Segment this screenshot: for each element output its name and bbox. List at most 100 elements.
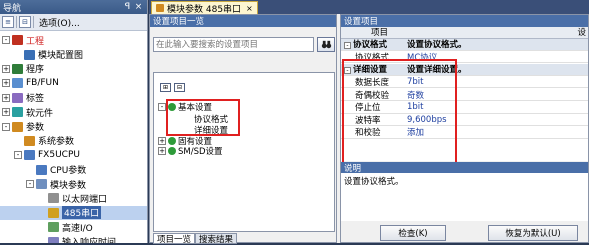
nav-tree-item[interactable]: CPU参数 — [0, 163, 147, 177]
collapse-icon[interactable]: - — [2, 36, 10, 45]
nav-tree-item[interactable]: + 程序 — [0, 62, 147, 76]
setting-value: 设置协议格式。 — [407, 40, 467, 51]
list-view-icon[interactable]: ≡ — [2, 16, 14, 28]
parameter-editor: 设置项目一览 ⊞ ⊟ - — [149, 14, 589, 245]
close-tab-icon[interactable]: × — [246, 4, 253, 13]
nav-tree-item[interactable]: - 模块参数 — [0, 177, 147, 191]
tab-module-parameter-485[interactable]: 模块参数 485串口 × — [151, 1, 258, 15]
collapse-icon[interactable]: - — [158, 103, 166, 111]
nav-tree-label: 高速I/O — [62, 223, 93, 234]
restore-default-button[interactable]: 恢复为默认(U) — [488, 225, 578, 241]
grid-group-row[interactable]: - 协议格式 设置协议格式。 — [341, 39, 588, 51]
nav-tree-item[interactable]: 模块配置图 — [0, 47, 147, 61]
system-param-icon — [24, 135, 35, 146]
nav-tree-label: 以太网端口 — [62, 194, 108, 205]
navigation-pane: 导航 ꟼ × ≡ ⊟ 选项(O)... - 工程模块配置图 + 程序 + FB/FUN + 标… — [0, 0, 148, 243]
collapse-all-icon[interactable]: ⊟ — [174, 83, 185, 92]
tree-item-label: SM/SD设置 — [178, 147, 223, 157]
ethernet-icon — [48, 193, 59, 204]
nav-tree-label: 参数 — [26, 123, 45, 134]
tab-label: 模块参数 485串口 — [167, 4, 242, 15]
nav-tree-label: FX5UCPU — [38, 150, 80, 161]
project-icon — [12, 35, 23, 46]
fb-fun-icon — [12, 78, 23, 89]
nav-tree-item[interactable]: + FB/FUN — [0, 76, 147, 90]
nav-tree-label: 系统参数 — [38, 137, 75, 148]
module-config-icon — [24, 49, 35, 60]
expand-icon[interactable]: + — [158, 137, 166, 145]
pin-icon[interactable]: ꟼ — [122, 2, 133, 12]
serial-485-icon — [48, 207, 59, 218]
check-button[interactable]: 检查(K) — [380, 225, 446, 241]
nav-tree-item[interactable]: 以太网端口 — [0, 191, 147, 205]
setting-search-input[interactable] — [153, 37, 314, 52]
expand-icon[interactable]: + — [2, 93, 10, 102]
expand-icon[interactable]: + — [158, 147, 166, 155]
nav-tree-label: 程序 — [26, 65, 45, 76]
nav-tree-item[interactable]: 输入响应时间 — [0, 234, 147, 243]
check-icon — [168, 137, 176, 145]
close-navigation-icon[interactable]: × — [133, 2, 144, 12]
description-title: 说明 — [341, 162, 588, 174]
expand-icon[interactable]: + — [2, 64, 10, 73]
label-icon — [12, 92, 23, 103]
setting-item-label: 协议格式 — [353, 40, 388, 51]
nav-tree-label: 模块参数 — [50, 180, 87, 191]
tab-item-list[interactable]: 项目一览 — [153, 233, 196, 245]
parameter-icon — [12, 121, 23, 132]
list-bottom-tabs: 项目一览 搜索结果 — [153, 233, 238, 245]
nav-tree-label: FB/FUN — [26, 78, 59, 89]
main-area: 模块参数 485串口 × 设置项目一览 ⊞ — [149, 0, 589, 245]
setting-item-tree: ⊞ ⊟ - 基本设置 协议格式 详细设置 + 固有设置 + SM/SD设置 — [153, 72, 335, 232]
setting-item-name: - 协议格式 — [341, 38, 403, 50]
project-tree: - 工程模块配置图 + 程序 + FB/FUN + 标签 + 软元件 - 参数系统参数 - FX5UCPU… — [0, 31, 147, 243]
expand-icon[interactable]: + — [2, 79, 10, 88]
program-icon — [12, 63, 23, 74]
nav-tree-item[interactable]: - FX5UCPU — [0, 148, 147, 162]
description-text: 设置协议格式。 — [341, 173, 588, 221]
detail-pane-title: 设置项目 — [341, 15, 588, 27]
column-header-item: 项目 — [371, 28, 389, 39]
expand-all-icon[interactable]: ⊞ — [160, 83, 171, 92]
search-row — [153, 37, 335, 53]
nav-tree-label: 输入响应时间 — [62, 235, 116, 243]
nav-tree-item[interactable]: 高速I/O — [0, 220, 147, 234]
high-speed-io-icon — [48, 222, 59, 233]
nav-tree-item[interactable]: 系统参数 — [0, 134, 147, 148]
document-tab-bar: 模块参数 485串口 × — [149, 0, 589, 15]
binoculars-icon — [321, 40, 331, 49]
nav-tree-label: 485串口 — [62, 206, 102, 220]
nav-tree-item[interactable]: + 软元件 — [0, 105, 147, 119]
options-button[interactable]: 选项(O)... — [36, 15, 83, 30]
nav-tree-item[interactable]: - 工程 — [0, 33, 147, 47]
search-button[interactable] — [317, 37, 335, 52]
tab-search-results[interactable]: 搜索结果 — [195, 233, 238, 245]
navigation-toolbar: ≡ ⊟ 选项(O)... — [0, 14, 147, 31]
nav-tree-label: 模块配置图 — [38, 51, 84, 62]
nav-tree-label: 标签 — [26, 94, 45, 105]
collapse-icon[interactable]: - — [26, 180, 34, 189]
tree-item-sm-sd-settings[interactable]: + SM/SD设置 — [158, 145, 223, 157]
collapse-icon[interactable]: - — [14, 151, 22, 160]
nav-tree-label: 工程 — [26, 36, 45, 47]
collapse-icon[interactable]: - — [344, 42, 351, 50]
toolbar-separator — [33, 16, 34, 28]
nav-tree-label: CPU参数 — [50, 166, 87, 177]
nav-tree-item[interactable]: + 标签 — [0, 91, 147, 105]
collapse-icon[interactable]: - — [2, 122, 10, 131]
input-response-icon — [48, 236, 59, 243]
device-icon — [12, 107, 23, 118]
navigation-header: 导航 ꟼ × — [0, 0, 147, 14]
nav-tree-item[interactable]: - 参数 — [0, 119, 147, 133]
highlight-box — [166, 99, 240, 136]
nav-tree-label: 软元件 — [26, 108, 54, 119]
cpu-param-icon — [36, 164, 47, 175]
toolbar-separator — [16, 16, 17, 28]
expand-icon[interactable]: + — [2, 108, 10, 117]
tree-tools: ⊞ ⊟ — [160, 83, 185, 92]
column-header-setting: 设 — [577, 28, 586, 39]
cpu-icon — [24, 150, 35, 161]
module-param-icon — [36, 179, 47, 190]
tree-view-icon[interactable]: ⊟ — [19, 16, 31, 28]
nav-tree-item[interactable]: 485串口 — [0, 205, 147, 221]
